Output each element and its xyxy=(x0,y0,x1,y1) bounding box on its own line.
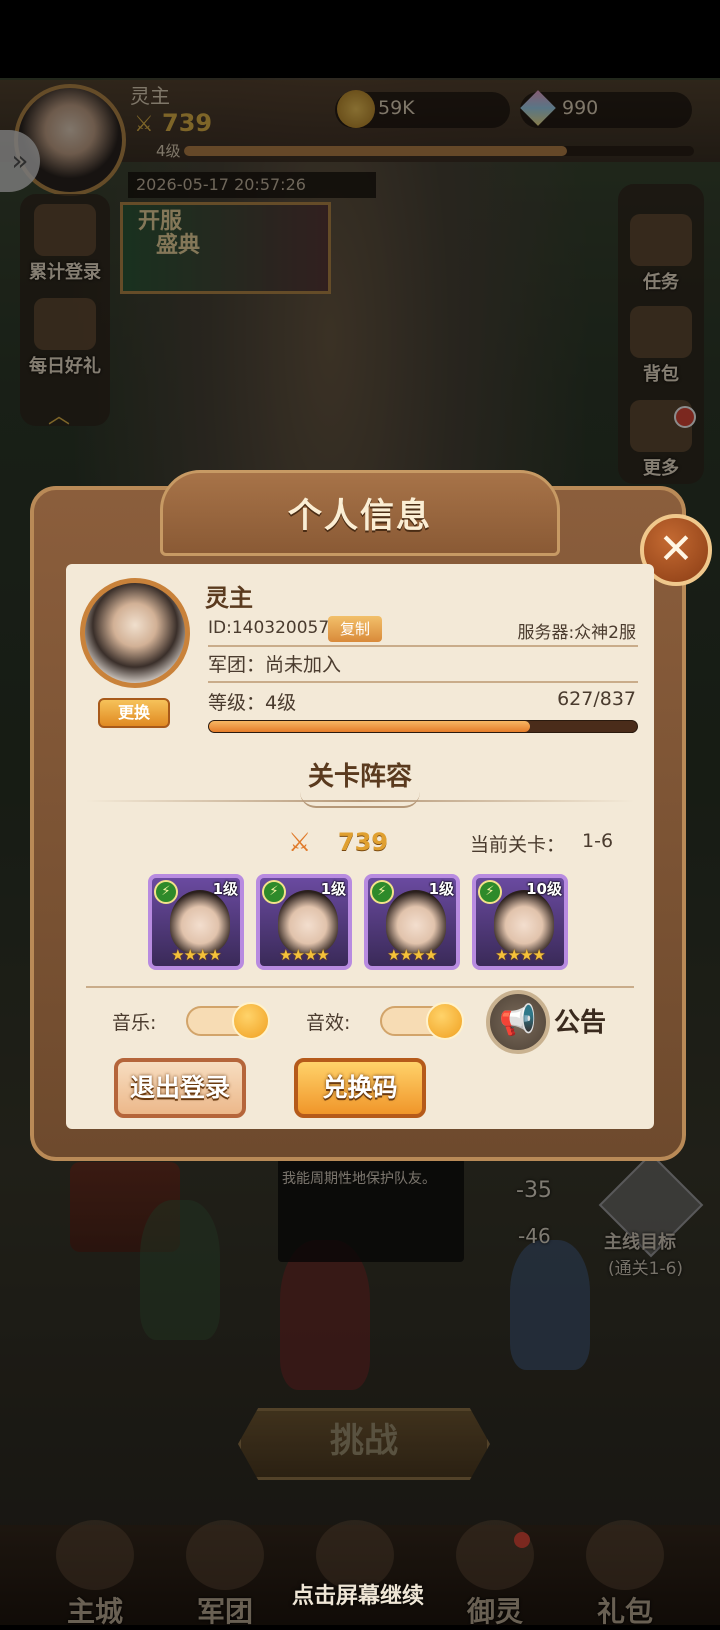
notice-button-label[interactable]: 公告 xyxy=(554,1002,606,1039)
server-name: 服务器:众神2服 xyxy=(517,623,636,643)
divider xyxy=(86,986,634,988)
hero-level: 1级 xyxy=(212,880,238,898)
element-badge-icon: ⚡ xyxy=(370,880,394,904)
hero-portrait xyxy=(386,890,446,954)
change-avatar-button[interactable]: 更换 xyxy=(98,698,170,728)
divider xyxy=(208,681,638,683)
player-name: 灵主 xyxy=(205,584,253,612)
hero-card[interactable]: ⚡ 1级 ★★★★ xyxy=(256,874,352,970)
hero-portrait xyxy=(494,890,554,954)
lineup-section-title: 关卡阵容 xyxy=(307,762,412,792)
dialog-title: 个人信息 xyxy=(288,496,432,536)
redeem-code-button[interactable]: 兑换码 xyxy=(294,1058,426,1118)
music-toggle[interactable] xyxy=(186,1002,270,1040)
hero-level: 1级 xyxy=(320,880,346,898)
music-label: 音乐: xyxy=(112,1012,157,1034)
xp-bar xyxy=(208,720,638,733)
current-stage-value: 1-6 xyxy=(582,830,614,852)
logout-button[interactable]: 退出登录 xyxy=(114,1058,246,1118)
divider-ornament xyxy=(300,792,420,808)
combat-power: 739 xyxy=(338,828,389,856)
hero-card[interactable]: ⚡ 1级 ★★★★ xyxy=(364,874,460,970)
hero-stars: ★★★★ xyxy=(387,946,438,964)
player-id: ID:1403200578 xyxy=(208,618,340,638)
xp-text: 627/837 xyxy=(557,688,636,710)
hero-card[interactable]: ⚡ 10级 ★★★★ xyxy=(472,874,568,970)
element-badge-icon: ⚡ xyxy=(154,880,178,904)
hero-portrait xyxy=(170,890,230,954)
guild-status: 军团：尚未加入 xyxy=(208,654,342,676)
hero-stars: ★★★★ xyxy=(171,946,222,964)
toggle-knob[interactable] xyxy=(232,1002,270,1040)
element-badge-icon: ⚡ xyxy=(478,880,502,904)
player-level: 等级：4级 xyxy=(208,692,297,714)
divider xyxy=(208,645,638,647)
status-bar xyxy=(0,0,720,78)
copy-id-button[interactable]: 复制 xyxy=(328,616,382,642)
tap-to-continue-text: 点击屏幕继续 xyxy=(292,1584,425,1609)
xp-bar-fill xyxy=(209,721,530,732)
sfx-label: 音效: xyxy=(306,1012,351,1034)
hero-level: 10级 xyxy=(526,880,562,898)
megaphone-icon[interactable]: 📢 xyxy=(486,990,550,1054)
hero-portrait xyxy=(278,890,338,954)
current-stage-label: 当前关卡： xyxy=(470,834,566,856)
hero-stars: ★★★★ xyxy=(495,946,546,964)
player-avatar[interactable] xyxy=(80,578,190,688)
hero-level: 1级 xyxy=(428,880,454,898)
sfx-toggle[interactable] xyxy=(380,1002,464,1040)
crossed-swords-icon: ⚔ xyxy=(288,828,312,858)
hero-stars: ★★★★ xyxy=(279,946,330,964)
hero-card[interactable]: ⚡ 1级 ★★★★ xyxy=(148,874,244,970)
element-badge-icon: ⚡ xyxy=(262,880,286,904)
toggle-knob[interactable] xyxy=(426,1002,464,1040)
